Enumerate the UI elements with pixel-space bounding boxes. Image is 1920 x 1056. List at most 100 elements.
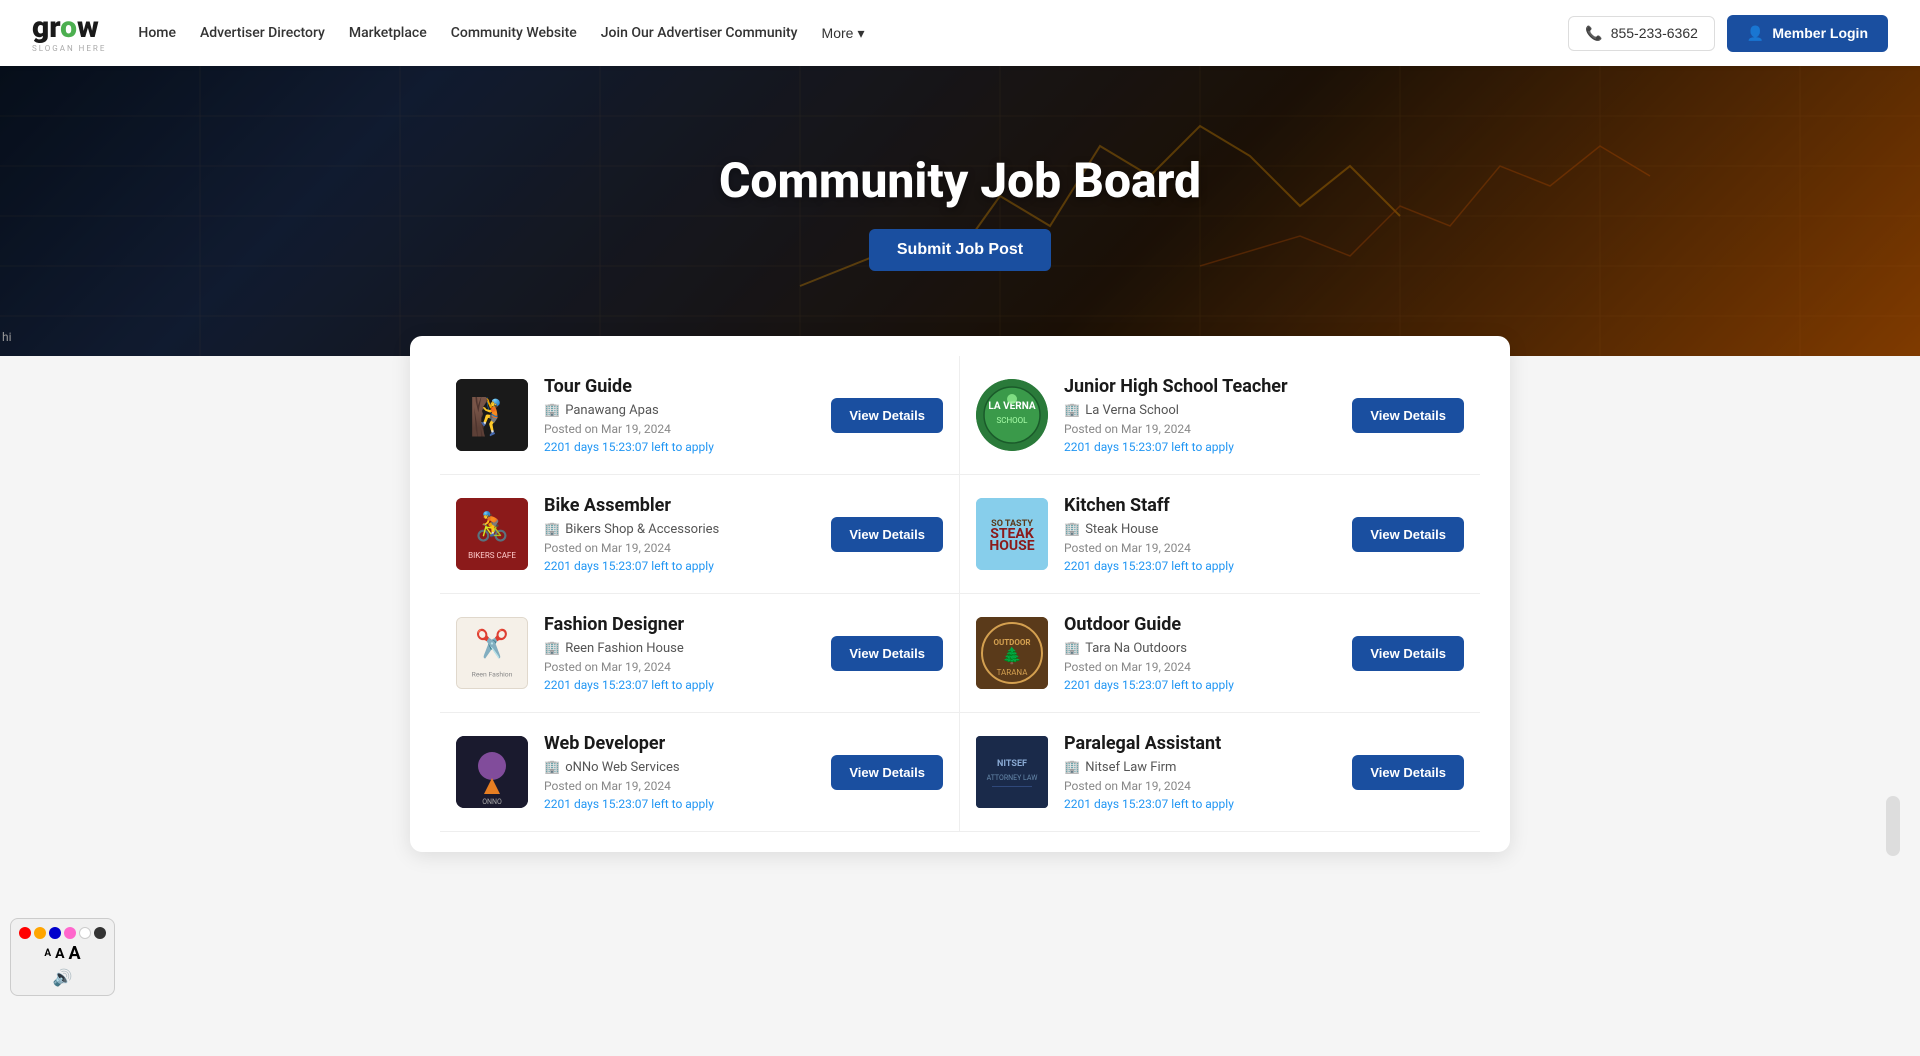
days-remaining: 2201 days: [544, 440, 599, 454]
view-details-button[interactable]: View Details: [831, 517, 943, 552]
svg-text:TARANA: TARANA: [997, 668, 1029, 677]
job-list-item: 🚴 BIKERS CAFE Bike Assembler 🏢 Bikers Sho…: [440, 475, 960, 594]
job-list-item: ONNO Web Developer 🏢 oNNo Web Services P…: [440, 713, 960, 832]
timer-suffix: left to apply: [1171, 678, 1234, 692]
accessibility-widget[interactable]: A A A 🔊: [10, 918, 115, 996]
a11y-medium-a[interactable]: A: [55, 946, 64, 962]
nav-marketplace[interactable]: Marketplace: [349, 25, 427, 41]
a11y-orange-dot: [34, 927, 46, 939]
building-icon: 🏢: [1064, 760, 1080, 775]
view-details-button[interactable]: View Details: [831, 636, 943, 671]
view-details-button[interactable]: View Details: [831, 755, 943, 790]
job-posted-date: Posted on Mar 19, 2024: [544, 660, 815, 674]
building-icon: 🏢: [544, 641, 560, 656]
job-title: Junior High School Teacher: [1064, 376, 1336, 397]
days-remaining: 2201 days: [1064, 440, 1119, 454]
job-timer: 2201 days 15:23:07 left to apply: [1064, 559, 1336, 573]
a11y-audio-icon[interactable]: 🔊: [53, 968, 73, 987]
user-icon: 👤: [1747, 25, 1764, 42]
job-timer: 2201 days 15:23:07 left to apply: [544, 678, 815, 692]
login-button[interactable]: 👤 Member Login: [1727, 15, 1888, 52]
job-company: 🏢 Bikers Shop & Accessories: [544, 522, 815, 537]
job-posted-date: Posted on Mar 19, 2024: [1064, 422, 1336, 436]
a11y-blue-dot: [49, 927, 61, 939]
job-company: 🏢 La Verna School: [1064, 403, 1336, 418]
job-info: Web Developer 🏢 oNNo Web Services Posted…: [544, 733, 815, 811]
a11y-font-row: A A A: [44, 943, 80, 964]
svg-text:Reen Fashion: Reen Fashion: [472, 670, 513, 678]
timer-suffix: left to apply: [651, 678, 714, 692]
chevron-down-icon: ▾: [857, 25, 864, 42]
job-listings-container: 🧗 Tour Guide 🏢 Panawang Apas Posted on M…: [410, 336, 1510, 852]
hero-section: Community Job Board Submit Job Post: [0, 66, 1920, 356]
a11y-large-a[interactable]: A: [69, 943, 81, 964]
nav-more-button[interactable]: More ▾: [822, 25, 865, 42]
job-company: 🏢 Reen Fashion House: [544, 641, 815, 656]
submit-job-post-button[interactable]: Submit Job Post: [869, 229, 1051, 271]
company-name: Reen Fashion House: [565, 641, 684, 656]
job-posted-date: Posted on Mar 19, 2024: [544, 422, 815, 436]
job-timer: 2201 days 15:23:07 left to apply: [544, 440, 815, 454]
job-timer: 2201 days 15:23:07 left to apply: [1064, 797, 1336, 811]
view-details-button[interactable]: View Details: [1352, 755, 1464, 790]
logo[interactable]: grow SLOGAN HERE: [32, 13, 106, 53]
nav-links: Home Advertiser Directory Marketplace Co…: [138, 25, 1568, 42]
nav-community-website[interactable]: Community Website: [451, 25, 577, 41]
job-title: Outdoor Guide: [1064, 614, 1336, 635]
scrollbar-handle[interactable]: [1886, 796, 1900, 856]
job-list-item: ✂️Reen Fashion Fashion Designer 🏢 Reen F…: [440, 594, 960, 713]
building-icon: 🏢: [1064, 641, 1080, 656]
company-name: Bikers Shop & Accessories: [565, 522, 719, 537]
time-remaining: 15:23:07: [602, 559, 648, 573]
view-details-button[interactable]: View Details: [1352, 398, 1464, 433]
job-info: Kitchen Staff 🏢 Steak House Posted on Ma…: [1064, 495, 1336, 573]
svg-text:🚴: 🚴: [475, 510, 510, 543]
svg-text:🧗: 🧗: [470, 396, 515, 438]
svg-text:BIKERS CAFE: BIKERS CAFE: [468, 551, 516, 560]
timer-suffix: left to apply: [651, 797, 714, 811]
nav-join-community[interactable]: Join Our Advertiser Community: [601, 25, 798, 41]
time-remaining: 15:23:07: [1122, 440, 1168, 454]
job-info: Bike Assembler 🏢 Bikers Shop & Accessori…: [544, 495, 815, 573]
hi-text: hi: [2, 330, 12, 344]
company-name: Nitsef Law Firm: [1085, 760, 1176, 775]
job-title: Tour Guide: [544, 376, 815, 397]
svg-text:NITSEF: NITSEF: [997, 759, 1027, 769]
view-details-button[interactable]: View Details: [1352, 517, 1464, 552]
nav-actions: 📞 855-233-6362 👤 Member Login: [1568, 15, 1888, 52]
building-icon: 🏢: [544, 522, 560, 537]
svg-text:HOUSE: HOUSE: [989, 538, 1034, 554]
a11y-small-a[interactable]: A: [44, 948, 51, 959]
time-remaining: 15:23:07: [1122, 678, 1168, 692]
building-icon: 🏢: [544, 403, 560, 418]
logo-slogan: SLOGAN HERE: [32, 45, 106, 53]
company-name: Steak House: [1085, 522, 1158, 537]
a11y-color-icons: [19, 927, 106, 939]
job-list-item: 🧗 Tour Guide 🏢 Panawang Apas Posted on M…: [440, 356, 960, 475]
job-posted-date: Posted on Mar 19, 2024: [1064, 660, 1336, 674]
view-details-button[interactable]: View Details: [831, 398, 943, 433]
nav-advertiser-directory[interactable]: Advertiser Directory: [200, 25, 325, 41]
building-icon: 🏢: [1064, 403, 1080, 418]
job-company: 🏢 Tara Na Outdoors: [1064, 641, 1336, 656]
svg-text:ONNO: ONNO: [482, 798, 502, 806]
hero-title: Community Job Board: [719, 152, 1201, 209]
job-title: Web Developer: [544, 733, 815, 754]
job-title: Kitchen Staff: [1064, 495, 1336, 516]
a11y-dark-dot: [94, 927, 106, 939]
job-title: Bike Assembler: [544, 495, 815, 516]
timer-suffix: left to apply: [1171, 440, 1234, 454]
timer-suffix: left to apply: [651, 440, 714, 454]
job-posted-date: Posted on Mar 19, 2024: [544, 541, 815, 555]
job-posted-date: Posted on Mar 19, 2024: [1064, 541, 1336, 555]
timer-suffix: left to apply: [1171, 797, 1234, 811]
phone-button[interactable]: 📞 855-233-6362: [1568, 16, 1715, 51]
job-timer: 2201 days 15:23:07 left to apply: [544, 797, 815, 811]
time-remaining: 15:23:07: [1122, 559, 1168, 573]
navbar: grow SLOGAN HERE Home Advertiser Directo…: [0, 0, 1920, 66]
view-details-button[interactable]: View Details: [1352, 636, 1464, 671]
job-posted-date: Posted on Mar 19, 2024: [1064, 779, 1336, 793]
hero-content: Community Job Board Submit Job Post: [719, 152, 1201, 271]
nav-home[interactable]: Home: [138, 25, 176, 41]
days-remaining: 2201 days: [1064, 797, 1119, 811]
